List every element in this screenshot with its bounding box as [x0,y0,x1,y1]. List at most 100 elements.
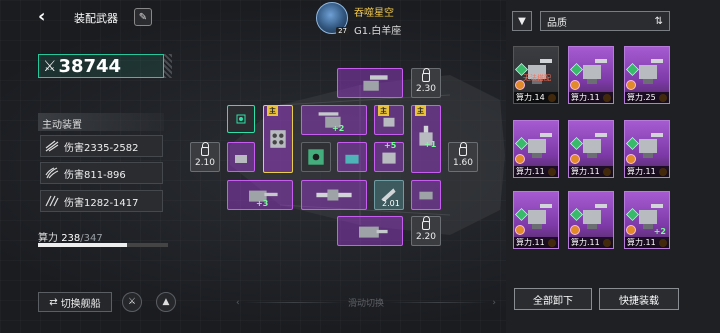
weapon-slot-center[interactable] [337,142,367,172]
triple-slash-icon [45,195,59,207]
weapon-slot-top[interactable] [337,68,403,98]
swap-arrows-icon: ⇄ [49,296,58,308]
slot-value: 2.01 [382,199,400,208]
inventory-card[interactable]: 算力.11 [568,46,614,104]
quick-equip-button[interactable]: 快捷装载 [599,288,679,310]
upgrade-plus: +1 [424,140,437,149]
crossed-swords-button-icon[interactable]: ⚔ [122,292,142,312]
back-arrow-icon[interactable]: ‹ [38,8,54,26]
locked-slot-bottom[interactable]: 2.20 [411,215,441,246]
rail-gun-icon [305,184,363,206]
card-power-label: 算力.11 [625,166,669,177]
turret-icon [231,146,251,168]
switch-ship-label: 切换舰船 [60,298,101,310]
combat-power-value: 38744 [58,55,122,77]
card-power-label: 算力.11 [569,166,613,177]
card-power-label: 算力.11 [514,166,558,177]
weapon-slot-left[interactable] [227,142,255,172]
lock-value: 2.10 [194,157,216,168]
capacity-bar-fill [38,243,128,247]
lock-icon [459,141,467,156]
upgrade-plus: +5 [384,141,397,150]
recommend-icon [570,225,580,235]
avatar[interactable]: 27 [316,2,349,35]
radar-slot[interactable] [227,105,255,133]
main-weapon-slot-2[interactable]: 主 [374,105,404,135]
card-power-label: 算力.11 [514,237,558,248]
weapon-slot-bottom-right[interactable] [411,180,441,210]
recommend-icon [626,225,636,235]
recommend-icon [515,225,525,235]
slide-hint-text: 滑动切换 [348,299,385,309]
active-device-title: 主动装置 [38,113,164,131]
sort-toggle-icon: ⇅ [654,15,663,27]
radar-icon [231,109,251,129]
recommend-icon [626,154,636,164]
weapon-slot-center-right[interactable]: +5 [374,141,404,172]
card-power-label: 算力.11 [625,237,669,248]
main-weapon-slot-3[interactable]: 主 +1 [411,105,441,173]
recommend-icon [515,154,525,164]
lock-icon [422,67,430,82]
damage-text: 伤害811-896 [64,169,126,181]
weapon-slot-bottom-mid[interactable] [301,180,367,210]
damage-row-2[interactable]: 伤害811-896 [40,162,163,184]
inventory-card[interactable]: 算力.11 [624,120,670,178]
core-slot[interactable] [301,142,331,172]
locked-slot-left[interactable]: 2.10 [190,141,220,172]
capacity: 算力 238/347 [38,229,103,244]
sort-label: 品质 [547,17,567,29]
turret-icon [341,72,399,94]
inventory-card[interactable]: 算力.25 [624,46,670,104]
sort-dropdown[interactable]: 品质 ⇅ [540,11,670,31]
inventory-card[interactable]: 算力.14 无法搭配 [513,46,559,104]
recommend-icon [570,80,580,90]
card-power-label: 算力.14 [514,92,558,103]
card-warning: 无法搭配 [523,74,551,82]
recommend-icon [570,154,580,164]
cannon-icon [341,220,399,242]
chevron-left-icon: ‹ [236,297,240,308]
damage-row-3[interactable]: 伤害1282-1417 [40,190,163,212]
damage-text: 伤害1282-1417 [64,197,139,209]
pen-icon[interactable]: ✎ [134,8,152,26]
page-title: 装配武器 [74,12,118,25]
weapon-slot-bottom[interactable] [337,216,403,246]
filter-icon[interactable]: ▼ [512,11,532,31]
inventory-card[interactable]: 算力.11 +2 [624,191,670,249]
locked-slot-top[interactable]: 2.30 [411,67,441,98]
card-power-label: 算力.25 [625,92,669,103]
capacity-bar [38,243,168,247]
hint-line [243,302,344,303]
lock-icon [422,215,430,230]
turret-icon [415,184,437,206]
lock-value: 2.30 [415,83,437,94]
player-level: 27 [336,27,349,35]
switch-ship-button[interactable]: ⇄ 切换舰船 [38,292,112,312]
lock-value: 1.60 [452,157,474,168]
weapon-slot-mid-left[interactable]: +2 [301,105,367,135]
inventory-card[interactable]: 算力.11 [513,191,559,249]
upgrade-plus: +3 [256,199,269,208]
card-power-label: 算力.11 [569,92,613,103]
selected-slot[interactable]: 2.01 [374,180,404,210]
combat-power: ⚔ 38744 [38,54,164,78]
inventory-card[interactable]: 算力.11 [513,120,559,178]
weapon-slot-bottom-left[interactable]: +3 [227,180,293,210]
inventory-card[interactable]: 算力.11 [568,191,614,249]
main-weapon-slot-1[interactable]: 主 [263,105,293,173]
turret-icon [378,109,400,131]
turret-icon [341,146,363,168]
inventory-card[interactable]: 算力.11 [568,120,614,178]
slide-hint: ‹ 滑动切换 › [236,296,497,310]
player-rank: G1.白羊座 [354,26,402,37]
chevron-right-icon: › [492,297,497,308]
triangle-emblem-icon[interactable]: ▲ [156,292,176,312]
damage-row-1[interactable]: 伤害2335-2582 [40,135,163,157]
unequip-all-button[interactable]: 全部卸下 [514,288,592,310]
locked-slot-right[interactable]: 1.60 [448,141,478,172]
missile-pod-icon [415,109,437,169]
core-module-icon [305,146,327,168]
upgrade-plus: +2 [653,227,666,236]
lock-icon [201,141,209,156]
